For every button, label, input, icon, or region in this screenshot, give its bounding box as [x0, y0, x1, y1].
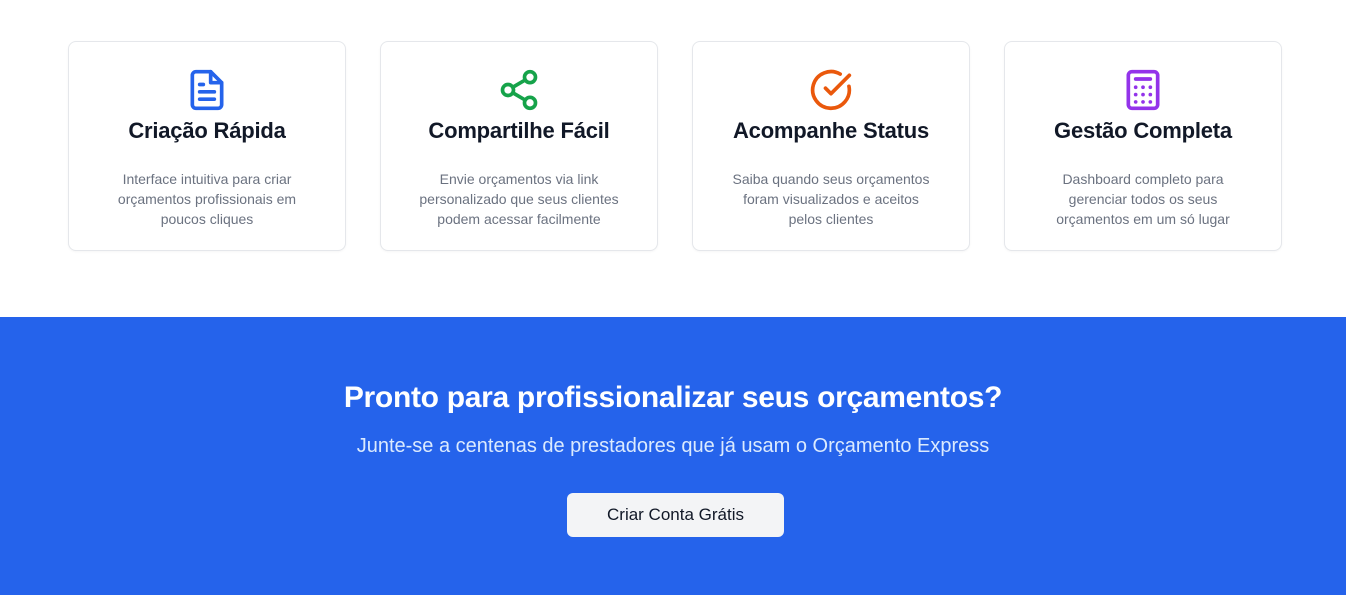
feature-title: Gestão Completa — [1054, 118, 1232, 143]
feature-description: Interface intuitiva para criar orçamento… — [117, 171, 297, 227]
document-icon — [69, 68, 345, 112]
calculator-icon — [1005, 68, 1281, 112]
create-account-button[interactable]: Criar Conta Grátis — [567, 493, 784, 537]
cta-subtitle: Junte-se a centenas de prestadores que j… — [356, 435, 990, 457]
feature-title: Compartilhe Fácil — [428, 118, 610, 143]
feature-description: Saiba quando seus orçamentos foram visua… — [732, 171, 930, 227]
feature-card-compartilhe-facil: Compartilhe Fácil Envie orçamentos via l… — [380, 41, 658, 251]
feature-description: Envie orçamentos via link personalizado … — [419, 171, 619, 227]
share-icon — [381, 68, 657, 112]
feature-card-acompanhe-status: Acompanhe Status Saiba quando seus orçam… — [692, 41, 970, 251]
feature-title: Criação Rápida — [128, 118, 286, 143]
cta-section: Pronto para profissionalizar seus orçame… — [0, 317, 1346, 595]
feature-description: Dashboard completo para gerenciar todos … — [1056, 171, 1230, 227]
feature-title: Acompanhe Status — [732, 118, 930, 143]
cta-title: Pronto para profissionalizar seus orçame… — [343, 381, 1003, 414]
features-section: Criação Rápida Interface intuitiva para … — [0, 0, 1346, 317]
feature-card-criacao-rapida: Criação Rápida Interface intuitiva para … — [68, 41, 346, 251]
check-circle-icon — [693, 68, 969, 112]
feature-card-gestao-completa: Gestão Completa Dashboard completo para … — [1004, 41, 1282, 251]
